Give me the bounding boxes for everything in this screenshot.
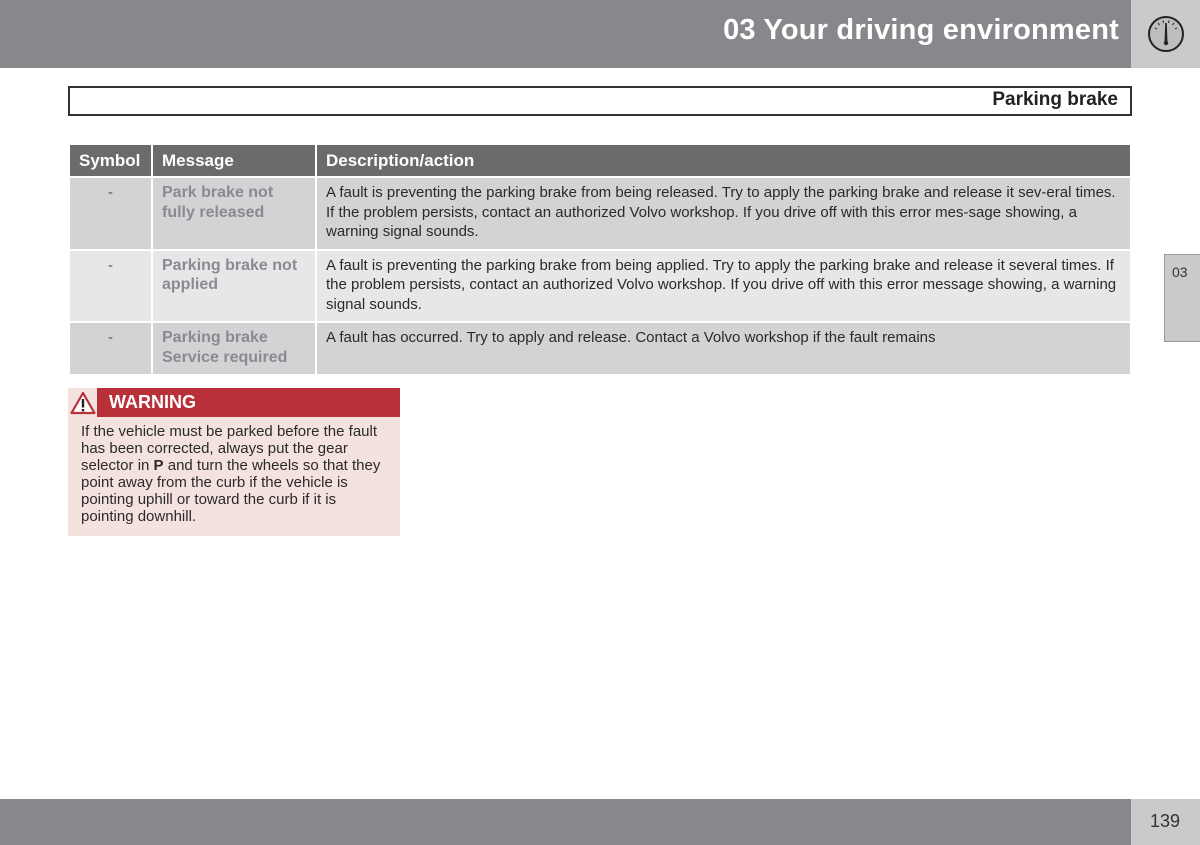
message-cell: Parking brake not applied [153, 250, 315, 321]
gear-position-p: P [153, 457, 164, 474]
column-header-description: Description/action [317, 145, 1130, 176]
side-tab-label: 03 [1172, 264, 1188, 280]
symbol-cell: - [70, 250, 151, 321]
warning-box: WARNING If the vehicle must be parked be… [68, 388, 400, 536]
description-cell: A fault is preventing the parking brake … [317, 250, 1130, 321]
table-row: - Parking brake not applied A fault is p… [70, 250, 1130, 321]
warning-text: If the vehicle must be parked before the… [68, 417, 400, 525]
message-table: Symbol Message Description/action - Park… [68, 143, 1132, 376]
symbol-cell: - [70, 323, 151, 374]
section-heading-box: Parking brake [68, 86, 1132, 116]
table-header-row: Symbol Message Description/action [70, 145, 1130, 176]
chapter-side-tab[interactable]: 03 [1164, 254, 1200, 342]
warning-header: WARNING [68, 388, 400, 417]
description-cell: A fault has occurred. Try to apply and r… [317, 323, 1130, 374]
page-number-box: 139 [1131, 799, 1200, 845]
section-title: Parking brake [992, 89, 1118, 110]
warning-icon-box [68, 388, 97, 417]
speedometer-gauge-icon [1147, 16, 1184, 52]
page-number: 139 [1150, 811, 1181, 831]
footer-bar [0, 799, 1131, 845]
symbol-cell: - [70, 178, 151, 249]
warning-title: WARNING [109, 392, 196, 412]
message-cell: Parking brake Service required [153, 323, 315, 374]
message-cell: Park brake not fully released [153, 178, 315, 249]
chapter-header: 03 Your driving environment [0, 0, 1131, 68]
column-header-symbol: Symbol [70, 145, 151, 176]
chapter-icon-box [1131, 0, 1200, 68]
column-header-message: Message [153, 145, 315, 176]
table-row: - Park brake not fully released A fault … [70, 178, 1130, 249]
chapter-title: 03 Your driving environment [723, 14, 1119, 46]
table-row: - Parking brake Service required A fault… [70, 323, 1130, 374]
description-cell: A fault is preventing the parking brake … [317, 178, 1130, 249]
warning-triangle-icon [69, 391, 96, 414]
